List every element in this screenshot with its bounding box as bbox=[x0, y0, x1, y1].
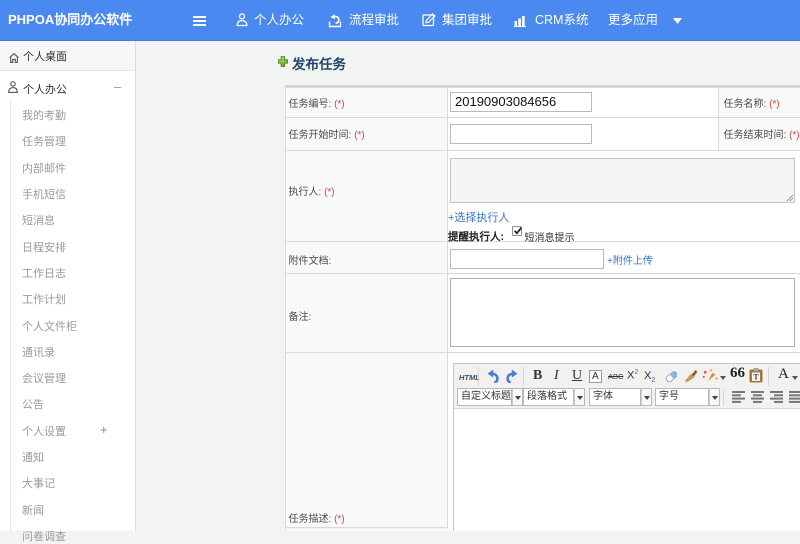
svg-text:T: T bbox=[753, 373, 759, 382]
